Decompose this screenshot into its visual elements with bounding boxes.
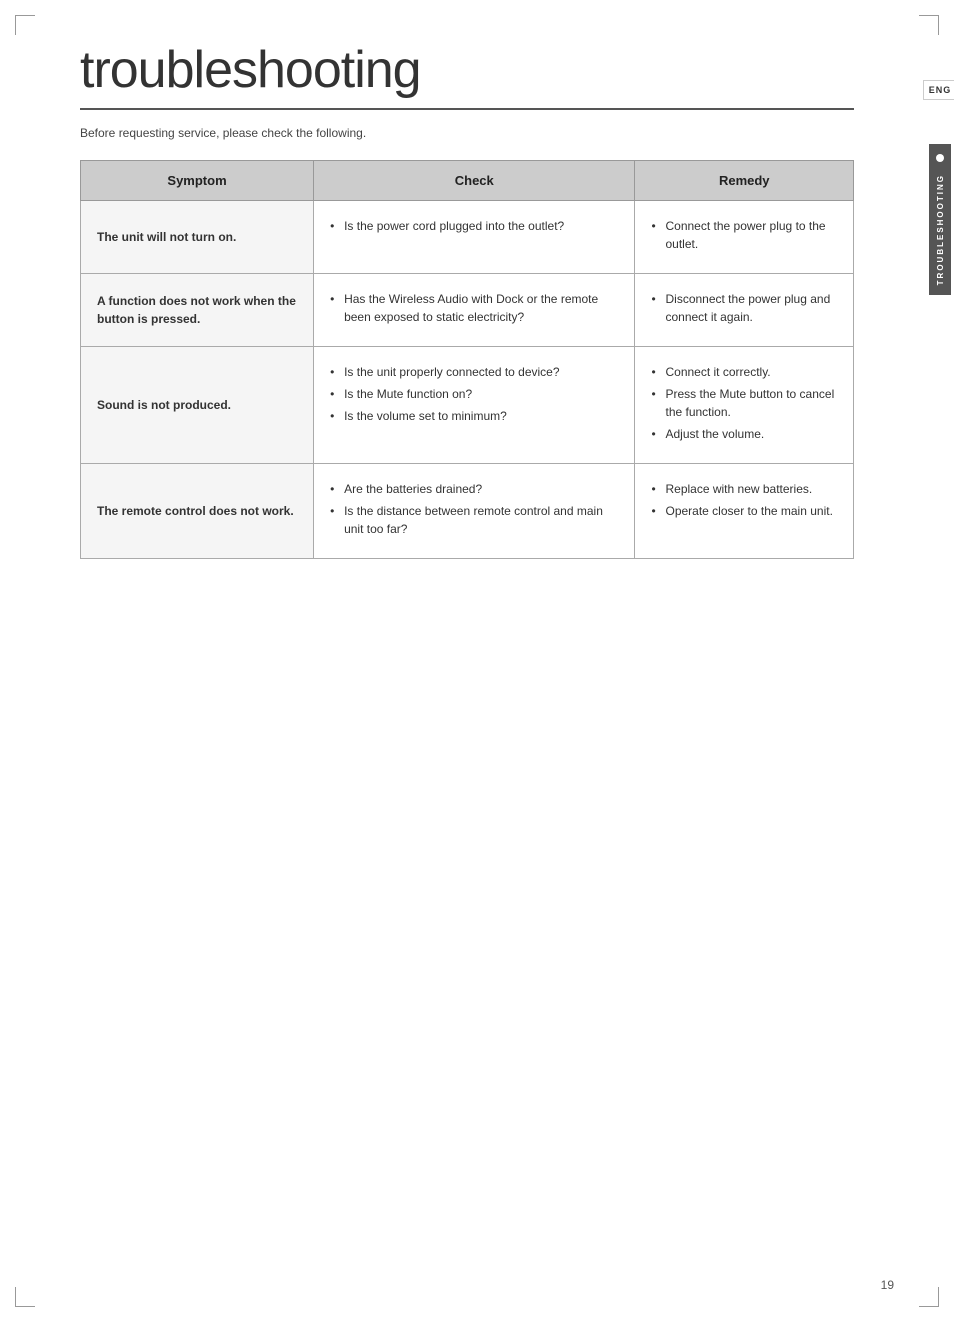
table-row: A function does not work when the button… — [81, 274, 854, 347]
check-cell-1: Has the Wireless Audio with Dock or the … — [314, 274, 635, 347]
corner-bl — [15, 1287, 35, 1307]
remedy-item: Operate closer to the main unit. — [651, 502, 837, 520]
header-remedy: Remedy — [635, 161, 854, 201]
remedy-item: Replace with new batteries. — [651, 480, 837, 498]
table-header-row: Symptom Check Remedy — [81, 161, 854, 201]
remedy-cell-3: Replace with new batteries. Operate close… — [635, 464, 854, 559]
symptom-cell-1: A function does not work when the button… — [81, 274, 314, 347]
remedy-item: Disconnect the power plug and connect it… — [651, 290, 837, 326]
page-title: troubleshooting — [80, 40, 854, 110]
page-number: 19 — [881, 1278, 894, 1292]
symptom-cell-0: The unit will not turn on. — [81, 201, 314, 274]
check-cell-2: Is the unit properly connected to device… — [314, 347, 635, 464]
check-item: Is the distance between remote control a… — [330, 502, 618, 538]
page-subtitle: Before requesting service, please check … — [80, 126, 894, 140]
side-tab-label: TROUBLESHOOTING — [936, 174, 945, 285]
check-item: Is the unit properly connected to device… — [330, 363, 618, 381]
check-cell-0: Is the power cord plugged into the outle… — [314, 201, 635, 274]
corner-tl — [15, 15, 35, 35]
check-item: Has the Wireless Audio with Dock or the … — [330, 290, 618, 326]
side-tab-eng: ENG — [923, 80, 954, 100]
side-tab-troubleshooting: TROUBLESHOOTING — [929, 144, 951, 295]
remedy-cell-1: Disconnect the power plug and connect it… — [635, 274, 854, 347]
remedy-cell-2: Connect it correctly. Press the Mute butt… — [635, 347, 854, 464]
corner-tr — [919, 15, 939, 35]
troubleshooting-table: Symptom Check Remedy The unit will not t… — [80, 160, 854, 559]
remedy-cell-0: Connect the power plug to the outlet. — [635, 201, 854, 274]
check-cell-3: Are the batteries drained? Is the distanc… — [314, 464, 635, 559]
table-row: The remote control does not work.Are the… — [81, 464, 854, 559]
symptom-cell-2: Sound is not produced. — [81, 347, 314, 464]
check-item: Is the Mute function on? — [330, 385, 618, 403]
header-check: Check — [314, 161, 635, 201]
symptom-cell-3: The remote control does not work. — [81, 464, 314, 559]
corner-br — [919, 1287, 939, 1307]
check-item: Is the power cord plugged into the outle… — [330, 217, 618, 235]
remedy-item: Connect it correctly. — [651, 363, 837, 381]
table-row: The unit will not turn on. Is the power c… — [81, 201, 854, 274]
header-symptom: Symptom — [81, 161, 314, 201]
side-tab: ENG TROUBLESHOOTING — [926, 80, 954, 295]
remedy-item: Press the Mute button to cancel the func… — [651, 385, 837, 421]
side-tab-dot — [936, 154, 944, 162]
remedy-item: Connect the power plug to the outlet. — [651, 217, 837, 253]
check-item: Are the batteries drained? — [330, 480, 618, 498]
remedy-item: Adjust the volume. — [651, 425, 837, 443]
table-row: Sound is not produced. Is the unit proper… — [81, 347, 854, 464]
check-item: Is the volume set to minimum? — [330, 407, 618, 425]
page-container: ENG TROUBLESHOOTING troubleshooting Befo… — [0, 0, 954, 1322]
